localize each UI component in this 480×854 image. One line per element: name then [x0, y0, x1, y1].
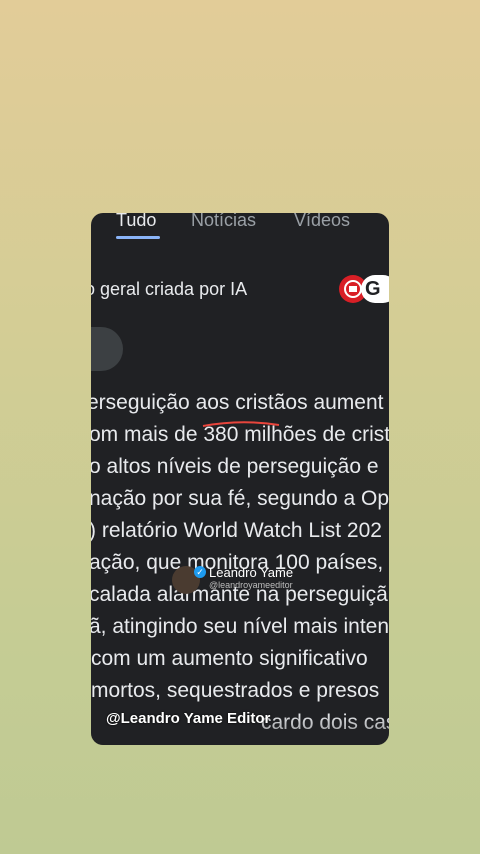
active-tab-indicator	[116, 236, 160, 239]
g1-logo-icon[interactable]: G	[361, 275, 389, 303]
body-line: erseguição aos cristãos aument	[91, 391, 384, 414]
search-tabs: Tudo Notícias Vídeos	[91, 213, 389, 249]
body-line: ã, atingindo seu nível mais inten	[91, 615, 389, 638]
body-line: o altos níveis de perseguição e	[91, 455, 379, 478]
tab-all[interactable]: Tudo	[116, 213, 156, 231]
search-result-card: Tudo Notícias Vídeos o geral criada por …	[91, 213, 389, 745]
body-line: mortos, sequestrados e presos	[91, 679, 380, 702]
creator-watermark: @Leandro Yame Editor	[106, 710, 271, 727]
body-line: com um aumento significativo	[91, 647, 368, 670]
ai-overview-title: o geral criada por IA	[91, 279, 248, 299]
verified-badge-icon: ✓	[194, 566, 206, 578]
handwritten-underline	[202, 421, 280, 427]
tab-videos[interactable]: Vídeos	[294, 213, 350, 231]
overlay-handle: @leandroyameeditor	[209, 580, 293, 590]
overlay-username: Leandro Yame	[209, 565, 294, 580]
tab-news[interactable]: Notícias	[191, 213, 256, 231]
body-line: nação por sua fé, segundo a Op	[91, 487, 389, 510]
listen-button[interactable]	[91, 327, 123, 371]
body-line: ) relatório World Watch List 202	[91, 519, 382, 542]
